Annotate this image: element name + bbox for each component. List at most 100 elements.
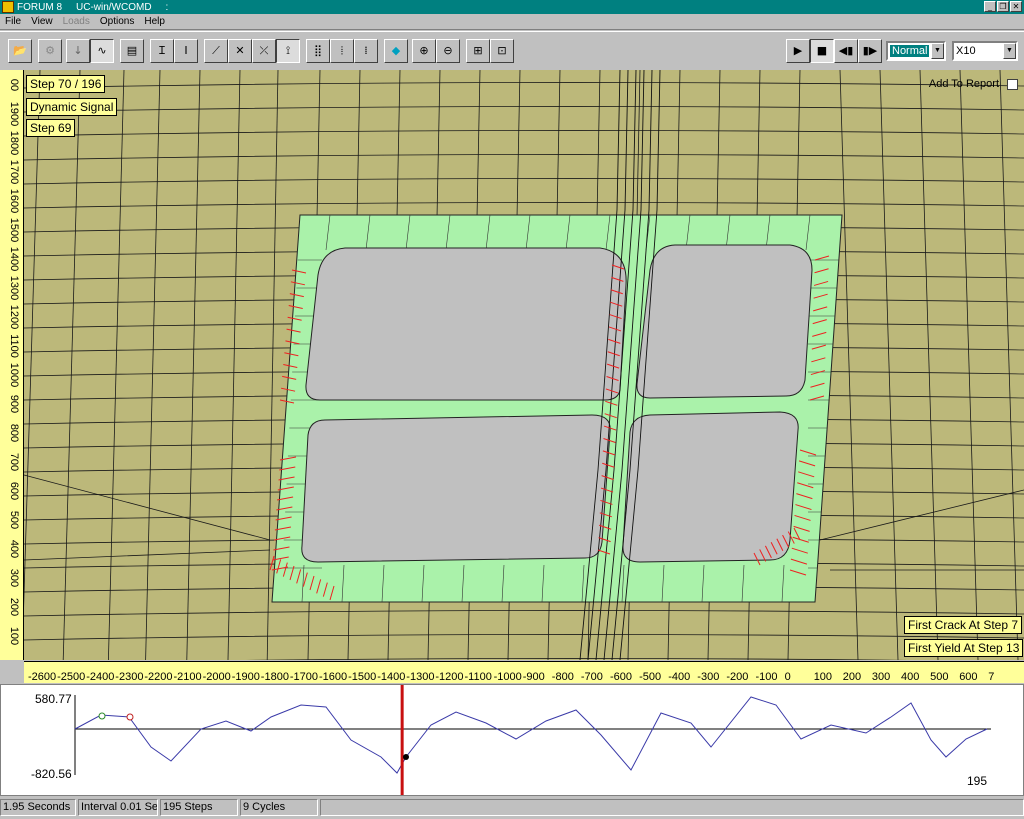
status-steps: 195 Steps: [160, 799, 238, 816]
color-fill-icon[interactable]: ◆: [384, 39, 408, 63]
horizontal-ruler-label: -600: [610, 671, 633, 683]
current-step-marker: [403, 754, 409, 760]
horizontal-ruler-label: -1700: [289, 671, 319, 683]
play-icon[interactable]: ▶: [786, 39, 810, 63]
horizontal-ruler-label: 400: [901, 671, 920, 683]
first-yield-marker: [126, 713, 134, 721]
vertical-ruler-label: 00: [8, 78, 20, 92]
mesh-line-vertical: [145, 70, 161, 660]
mesh-line-vertical: [959, 70, 979, 660]
horizontal-ruler-label: -500: [639, 671, 662, 683]
speed-select-value: Normal: [890, 45, 930, 57]
menu-view[interactable]: View: [26, 16, 58, 27]
zoom-out-icon[interactable]: ⊖: [436, 39, 460, 63]
zoom-factor-select[interactable]: X10 ▼: [952, 41, 1018, 61]
add-to-report-label: Add To Report: [928, 78, 999, 90]
signal-label: Dynamic Signal: [26, 98, 118, 116]
zoom-window-icon[interactable]: ⊡: [490, 39, 514, 63]
horizontal-ruler-label: -2600: [28, 671, 57, 683]
horizontal-ruler-label: 300: [871, 671, 891, 683]
step-back-icon[interactable]: ◀▮: [834, 39, 858, 63]
menu-help[interactable]: Help: [139, 16, 170, 27]
first-crack-label: First Crack At Step 7: [904, 616, 1023, 634]
strain-icon[interactable]: ⤫: [252, 39, 276, 63]
horizontal-ruler-label: -2500: [57, 671, 86, 683]
mesh-fine-icon[interactable]: ⣿: [306, 39, 330, 63]
mesh-line-vertical: [839, 70, 859, 660]
horizontal-ruler-label: 200: [842, 671, 862, 683]
status-duration: 1.95 Seconds: [0, 799, 76, 816]
member-icon[interactable]: Ｉ: [150, 39, 174, 63]
signal-min-label: -820.56: [31, 767, 72, 781]
opening-top-right: [636, 244, 813, 399]
add-to-report[interactable]: Add To Report: [929, 78, 1018, 90]
signal-chart: [74, 685, 991, 795]
mesh-line-horizontal: [23, 154, 1024, 161]
member-section-icon[interactable]: Ⅰ: [174, 39, 198, 63]
settings-icon[interactable]: ⚙: [38, 39, 62, 63]
menu-bar: File View Loads Options Help: [0, 14, 1024, 30]
horizontal-ruler-label: -300: [697, 671, 720, 683]
menu-loads[interactable]: Loads: [58, 16, 95, 27]
opening-bottom-right: [622, 411, 799, 563]
stop-icon[interactable]: ■: [810, 39, 834, 63]
horizontal-ruler-label: -1900: [231, 671, 260, 683]
first-crack-marker: [98, 712, 106, 720]
horizontal-ruler-label: -1200: [435, 671, 464, 683]
zoom-fit-icon[interactable]: ⊞: [466, 39, 490, 63]
mesh-line-horizontal: [23, 178, 1024, 185]
window-title-suffix: :: [165, 1, 169, 13]
restore-button[interactable]: ❐: [997, 1, 1009, 12]
menu-file[interactable]: File: [0, 16, 26, 27]
close-button[interactable]: ✕: [1010, 1, 1022, 12]
step-forward-icon[interactable]: ▮▶: [858, 39, 882, 63]
opening-top-left: [305, 247, 627, 401]
mesh-line-horizontal: [23, 634, 1024, 641]
ruler-corner: [0, 661, 24, 683]
signal-end-step: 195: [967, 774, 988, 788]
horizontal-ruler-label: -800: [551, 671, 574, 683]
horizontal-ruler-label: 0: [784, 671, 791, 683]
crack-mark: [269, 555, 275, 571]
mesh-line-horizontal: [246, 658, 907, 660]
status-interval: Interval 0.01 Se: [78, 799, 158, 816]
chevron-down-icon[interactable]: ▼: [1003, 43, 1016, 59]
load-arrow-icon[interactable]: ↓: [66, 39, 90, 63]
horizontal-ruler-label: -700: [580, 671, 603, 683]
horizontal-ruler-label: 600: [959, 671, 978, 683]
mesh-line-horizontal: [23, 106, 1024, 113]
horizontal-ruler-label: -2000: [202, 671, 231, 683]
deformation-icon[interactable]: ⟋: [204, 39, 228, 63]
signal-pane[interactable]: 580.77 -820.56 195: [0, 684, 1024, 796]
status-cycles: 9 Cycles: [240, 799, 318, 816]
opening-bottom-left: [301, 414, 611, 563]
graph-icon[interactable]: ▤: [120, 39, 144, 63]
mesh-dots-icon[interactable]: ⁞: [354, 39, 378, 63]
speed-select[interactable]: Normal ▼: [886, 41, 946, 61]
mesh-columns-icon[interactable]: ⦙: [330, 39, 354, 63]
chevron-down-icon[interactable]: ▼: [931, 43, 944, 59]
crack-icon[interactable]: ✕: [228, 39, 252, 63]
minimize-button[interactable]: _: [984, 1, 996, 12]
zoom-in-icon[interactable]: ⊕: [412, 39, 436, 63]
menu-options[interactable]: Options: [95, 16, 139, 27]
fem-view[interactable]: [0, 70, 1024, 660]
horizontal-ruler-label: -1300: [406, 671, 435, 683]
app-icon: [2, 1, 14, 13]
horizontal-ruler-label: -2300: [115, 671, 144, 683]
horizontal-ruler-label: -400: [668, 671, 691, 683]
mesh-line-horizontal: [23, 82, 1024, 89]
dynamic-signal-icon[interactable]: ∿: [90, 39, 114, 63]
title-bar: FORUM 8 UC-win/WCOMD : _ ❐ ✕: [0, 0, 1024, 14]
add-to-report-checkbox[interactable]: [1007, 78, 1018, 90]
stress-icon[interactable]: ⟟: [276, 39, 300, 63]
horizontal-ruler-label: -1600: [319, 671, 348, 683]
horizontal-ruler-label: -900: [522, 671, 545, 683]
horizontal-ruler-label: -1500: [348, 671, 377, 683]
mesh-line-horizontal: [23, 610, 1024, 617]
horizontal-ruler-label: -100: [755, 671, 778, 683]
mesh-line-horizontal: [23, 130, 1024, 137]
mesh-line-vertical: [879, 70, 899, 660]
open-file-icon[interactable]: 📂: [8, 39, 32, 63]
horizontal-ruler-label: -1400: [377, 671, 406, 683]
